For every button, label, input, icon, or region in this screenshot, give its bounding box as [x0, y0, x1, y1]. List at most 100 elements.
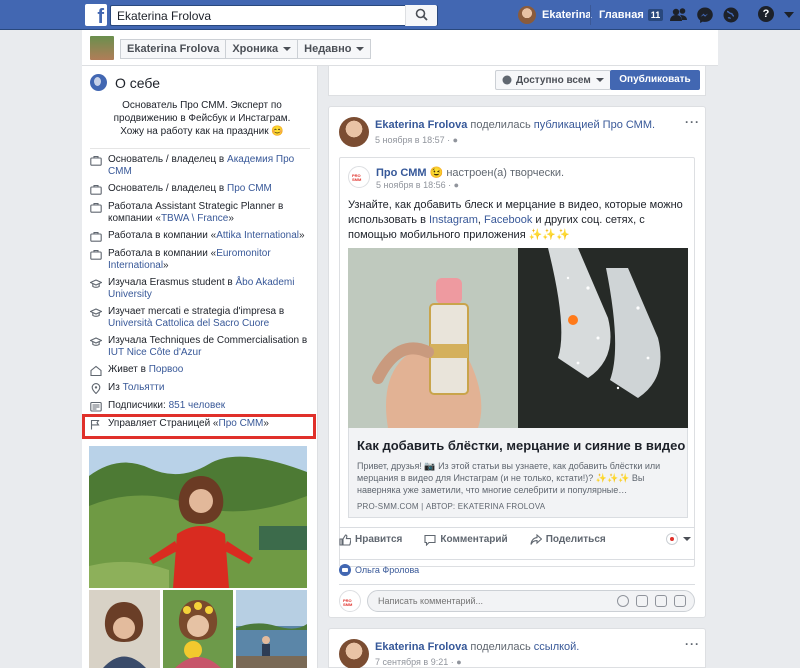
recent-tab[interactable]: Недавно: [298, 39, 372, 59]
highlight-box: [82, 414, 316, 439]
post-timestamp[interactable]: 5 ноября в 18:57 · ●: [375, 135, 458, 145]
about-info-link[interactable]: Про СММ: [227, 183, 272, 194]
profile-link[interactable]: Ekaterina: [518, 5, 592, 25]
publish-button[interactable]: Опубликовать: [610, 70, 700, 90]
comment-input[interactable]: [378, 591, 608, 611]
about-info-link[interactable]: 851 человек: [169, 400, 226, 411]
divider: [90, 148, 310, 149]
about-info-text: Изучает mercati e strategia d'impresa в …: [108, 306, 312, 330]
about-info-text: Работала Assistant Strategic Planner в к…: [108, 201, 312, 225]
about-info-label: Изучала Erasmus student в: [108, 277, 236, 288]
about-info-link[interactable]: Тольятти: [123, 382, 165, 393]
account-menu-caret-icon[interactable]: [784, 12, 794, 18]
location-pin-icon: [91, 383, 101, 394]
about-info-row: Работала Assistant Strategic Planner в к…: [90, 201, 312, 225]
profile-name-tab-label: Ekaterina Frolova: [127, 43, 220, 55]
about-info-label: Изучает mercati e strategia d'impresa в: [108, 306, 285, 317]
profile-nav: Ekaterina Frolova Хроника Недавно: [120, 39, 372, 59]
share-button[interactable]: Поделиться: [530, 533, 606, 546]
photo-thumbnail[interactable]: [89, 590, 160, 668]
graduation-cap-icon: [90, 279, 102, 288]
shared-post-link[interactable]: публикацией Про СММ.: [534, 119, 655, 131]
about-info-link[interactable]: Università Cattolica del Sacro Cuore: [108, 318, 269, 329]
timeline-tab[interactable]: Хроника: [226, 39, 299, 59]
shared-page-link[interactable]: Про СММ: [376, 167, 427, 179]
about-info-label: Изучала Techniques de Commercialisation …: [108, 335, 308, 346]
gif-icon[interactable]: [655, 595, 667, 607]
avatar: [518, 6, 536, 24]
facebook-link[interactable]: Facebook: [484, 214, 532, 226]
more-options-icon[interactable]: ···: [685, 638, 700, 650]
search-box: [110, 5, 438, 26]
comment-button[interactable]: Комментарий: [424, 534, 508, 546]
photo-thumbnail[interactable]: [236, 590, 308, 668]
shared-post-header: Про СММ 😉 настроен(а) творчески.: [376, 166, 564, 179]
emoji-icon[interactable]: [617, 595, 629, 607]
about-info-row: Основатель / владелец в Академия Про СММ: [90, 154, 312, 178]
audience-selector[interactable]: Доступно всем: [495, 70, 611, 90]
friend-requests-icon[interactable]: [670, 6, 688, 24]
camera-icon[interactable]: [636, 595, 648, 607]
globe-icon: [502, 75, 512, 85]
woman-in-red-jacket-image: [89, 446, 307, 588]
post-timestamp[interactable]: 7 сентября в 9:21 · ●: [375, 657, 462, 667]
pro-smm-logo-icon[interactable]: [348, 166, 370, 188]
about-info-text: Изучала Erasmus student в Åbo Akademi Un…: [108, 277, 312, 301]
avatar[interactable]: [339, 117, 369, 147]
like-label: Нравится: [355, 534, 403, 545]
shared-link[interactable]: ссылкой.: [534, 641, 580, 653]
link-preview-image[interactable]: [348, 248, 688, 428]
post-author-link[interactable]: Ekaterina Frolova: [375, 119, 467, 131]
like-button[interactable]: Нравится: [339, 533, 403, 546]
about-info-label: Работала в компании «: [108, 248, 217, 259]
about-info-link[interactable]: Attika International: [216, 230, 299, 241]
feed-post: Ekaterina Frolova поделилась ссылкой. 7 …: [328, 628, 706, 668]
photo-thumbnail[interactable]: [162, 590, 234, 668]
post-author-link[interactable]: Ekaterina Frolova: [375, 641, 467, 653]
reactions-row[interactable]: Ольга Фролова: [339, 559, 695, 577]
chevron-down-icon: [683, 537, 691, 541]
globe-notifications-icon[interactable]: [722, 6, 740, 24]
about-info-text: Из Тольятти: [108, 382, 312, 394]
post-header: Ekaterina Frolova поделилась ссылкой.: [375, 641, 579, 653]
post-as-selector[interactable]: [666, 533, 691, 545]
about-info-label: Из: [108, 382, 123, 393]
briefcase-icon: [90, 156, 102, 166]
sticker-icon[interactable]: [674, 595, 686, 607]
globe-icon: ●: [452, 135, 459, 145]
about-info-row: Изучала Techniques de Commercialisation …: [90, 335, 312, 359]
more-options-icon[interactable]: ···: [685, 116, 700, 128]
facebook-logo-icon[interactable]: f: [85, 4, 107, 26]
avatar[interactable]: [339, 639, 369, 668]
post-action-text: поделилась: [467, 641, 534, 653]
about-info-row: Изучает mercati e strategia d'impresa в …: [90, 306, 312, 330]
bio-text: Основатель Про СММ. Эксперт по продвижен…: [113, 100, 291, 137]
about-info-row: Работала в компании «Euromonitor Interna…: [90, 248, 312, 272]
profile-name-tab[interactable]: Ekaterina Frolova: [120, 39, 227, 59]
help-icon[interactable]: ?: [758, 6, 774, 22]
thumbs-up-icon: [339, 533, 351, 546]
about-info-list: Основатель / владелец в Академия Про СММ…: [90, 154, 312, 436]
home-link[interactable]: Главная 11: [590, 5, 664, 25]
profile-thumbnail[interactable]: [90, 36, 114, 60]
pro-smm-logo-icon: [666, 533, 678, 545]
about-info-link[interactable]: IUT Nice Côte d'Azur: [108, 347, 201, 358]
feed-post: Ekaterina Frolova поделилась публикацией…: [328, 106, 706, 618]
globe-icon: [90, 74, 107, 91]
about-info-link[interactable]: TBWA \ France: [161, 213, 228, 224]
search-input[interactable]: [111, 6, 401, 25]
link-preview[interactable]: Как добавить блёстки, мерцание и сияние …: [348, 428, 688, 518]
shared-timestamp[interactable]: 5 ноября в 18:56 · ●: [376, 180, 459, 190]
post-actions: Нравится Комментарий Поделиться: [339, 527, 695, 551]
about-info-link[interactable]: Порвоо: [149, 364, 184, 375]
about-info-tail: »: [299, 230, 305, 241]
about-info-label: Подписчики:: [108, 400, 169, 411]
instagram-link[interactable]: Instagram: [429, 214, 478, 226]
about-info-label: Основатель / владелец в: [108, 183, 228, 194]
like-reaction-icon: [339, 564, 351, 576]
about-info-tail: »: [228, 213, 234, 224]
search-button[interactable]: [405, 5, 437, 26]
about-info-row: Подписчики: 851 человек: [90, 400, 312, 413]
messenger-icon[interactable]: [696, 6, 714, 24]
featured-photo[interactable]: [89, 446, 307, 588]
